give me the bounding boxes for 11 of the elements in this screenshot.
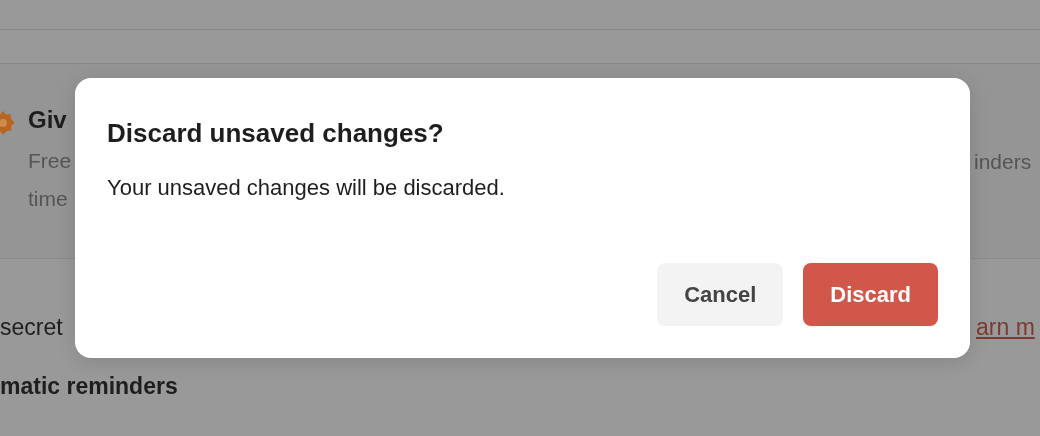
setting-label: secret: [0, 313, 63, 341]
cancel-button[interactable]: Cancel: [657, 263, 784, 326]
learn-more-link[interactable]: arn m: [976, 313, 1040, 341]
dialog-title: Discard unsaved changes?: [107, 118, 445, 149]
discard-button[interactable]: Discard: [803, 263, 938, 326]
card-description: Free: [28, 148, 72, 174]
card-description: time: [28, 186, 69, 212]
card-description: inders: [974, 149, 1033, 175]
dialog-message: Your unsaved changes will be discarded.: [107, 175, 506, 201]
section-heading: matic reminders: [0, 373, 179, 400]
card-title: Giv: [28, 106, 68, 135]
